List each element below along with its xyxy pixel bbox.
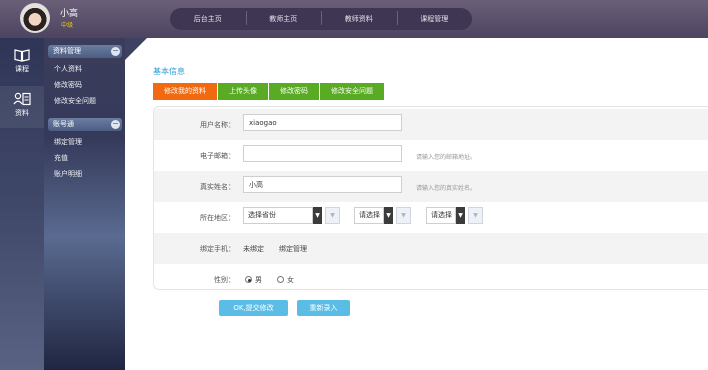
section-title: 基本信息 (153, 67, 185, 76)
region-label: 所在地区： (200, 214, 235, 222)
form-row-phone: 绑定手机： 未绑定 绑定管理 (154, 233, 708, 264)
top-nav-course-manage[interactable]: 课程管理 (396, 11, 473, 25)
gender-female-radio[interactable] (277, 276, 284, 283)
city-dropdown-button[interactable]: ▼ (396, 207, 411, 224)
province-dropdown-button[interactable]: ▼ (325, 207, 340, 224)
top-nav-teacher-profile[interactable]: 教师资料 (321, 11, 397, 25)
submenu-item-security-question[interactable]: 修改安全问题 (54, 96, 96, 106)
rail-item-course[interactable]: 课程 (0, 42, 44, 84)
submenu-item-change-password[interactable]: 修改密码 (54, 80, 82, 90)
phone-manage-link[interactable]: 绑定管理 (279, 244, 307, 254)
submenu-item-binding[interactable]: 绑定管理 (54, 137, 82, 147)
main-content: 基本信息 修改我的资料 上传头像 修改密码 修改安全问题 用户名称： 电子邮箱：… (125, 38, 708, 370)
gender-male-label: 男 (255, 276, 262, 284)
rail-label-profile: 资料 (15, 109, 29, 117)
district-select[interactable]: 请选择 (426, 207, 456, 224)
phone-status: 未绑定 (243, 245, 264, 253)
rail-item-profile[interactable]: 资料 (0, 86, 44, 128)
corner-fold (125, 38, 147, 60)
realname-label: 真实姓名： (200, 183, 235, 191)
tab-bar: 修改我的资料 上传头像 修改密码 修改安全问题 (153, 83, 385, 100)
top-nav-admin-home[interactable]: 后台主页 (170, 14, 246, 24)
submenu-item-account-detail[interactable]: 账户明细 (54, 169, 82, 179)
submenu-group-title: 资料管理 (53, 47, 81, 55)
username-label: 用户名称： (200, 121, 235, 129)
rail-label-course: 课程 (15, 65, 29, 73)
submenu-group-account[interactable]: 账号通 − (48, 118, 122, 131)
left-rail: 课程 资料 (0, 38, 44, 370)
tab-change-password[interactable]: 修改密码 (269, 83, 320, 100)
submenu-group-profile[interactable]: 资料管理 − (48, 45, 122, 58)
user-card-icon (13, 92, 31, 106)
form-row-gender: 性别： 男 女 (154, 264, 708, 295)
profile-form: 用户名称： 电子邮箱： 请输入您的邮箱地址。 真实姓名： 请输入您的真实姓名。 … (153, 106, 708, 290)
username-input[interactable] (243, 114, 402, 131)
tab-security-question[interactable]: 修改安全问题 (320, 83, 385, 100)
top-nav: 后台主页 教师主页 教师资料 课程管理 (170, 8, 472, 30)
submenu-group-title: 账号通 (53, 120, 74, 128)
submenu: 资料管理 − 个人资料 修改密码 修改安全问题 账号通 − 绑定管理 充值 账户… (44, 38, 125, 370)
form-row-region: 所在地区： 选择省份 ▼ ▼ 请选择 ▼ ▼ 请选择 ▼ ▼ (154, 202, 708, 233)
email-label: 电子邮箱： (200, 152, 235, 160)
city-select[interactable]: 请选择 (354, 207, 384, 224)
reset-button[interactable]: 重新录入 (297, 300, 350, 316)
book-icon (14, 49, 30, 62)
phone-label: 绑定手机： (200, 245, 235, 253)
realname-hint: 请输入您的真实姓名。 (416, 185, 477, 192)
top-nav-teacher-home[interactable]: 教师主页 (245, 11, 322, 25)
tab-upload-avatar[interactable]: 上传头像 (218, 83, 269, 100)
user-level: 中级 (61, 22, 74, 29)
gender-label: 性别： (214, 276, 235, 284)
collapse-icon[interactable]: − (111, 47, 120, 56)
tab-edit-profile[interactable]: 修改我的资料 (153, 83, 218, 100)
chevron-down-icon[interactable]: ▼ (456, 207, 465, 224)
gender-male-radio[interactable] (245, 276, 252, 283)
chevron-down-icon[interactable]: ▼ (384, 207, 393, 224)
top-bar: 小高 中级 后台主页 教师主页 教师资料 课程管理 (0, 0, 708, 38)
submit-button[interactable]: OK,提交修改 (219, 300, 288, 316)
district-dropdown-button[interactable]: ▼ (468, 207, 483, 224)
form-row-username: 用户名称： (154, 109, 708, 140)
realname-input[interactable] (243, 176, 402, 193)
province-select[interactable]: 选择省份 (243, 207, 313, 224)
chevron-down-icon[interactable]: ▼ (313, 207, 322, 224)
collapse-icon[interactable]: − (111, 120, 120, 129)
form-row-email: 电子邮箱： 请输入您的邮箱地址。 (154, 140, 708, 171)
gender-female-label: 女 (287, 276, 294, 284)
avatar[interactable] (20, 3, 50, 33)
form-row-realname: 真实姓名： 请输入您的真实姓名。 (154, 171, 708, 202)
email-input[interactable] (243, 145, 402, 162)
user-name: 小高 (60, 9, 79, 19)
submenu-item-personal-info[interactable]: 个人资料 (54, 64, 82, 74)
email-hint: 请输入您的邮箱地址。 (416, 154, 477, 161)
submenu-item-recharge[interactable]: 充值 (54, 153, 68, 163)
